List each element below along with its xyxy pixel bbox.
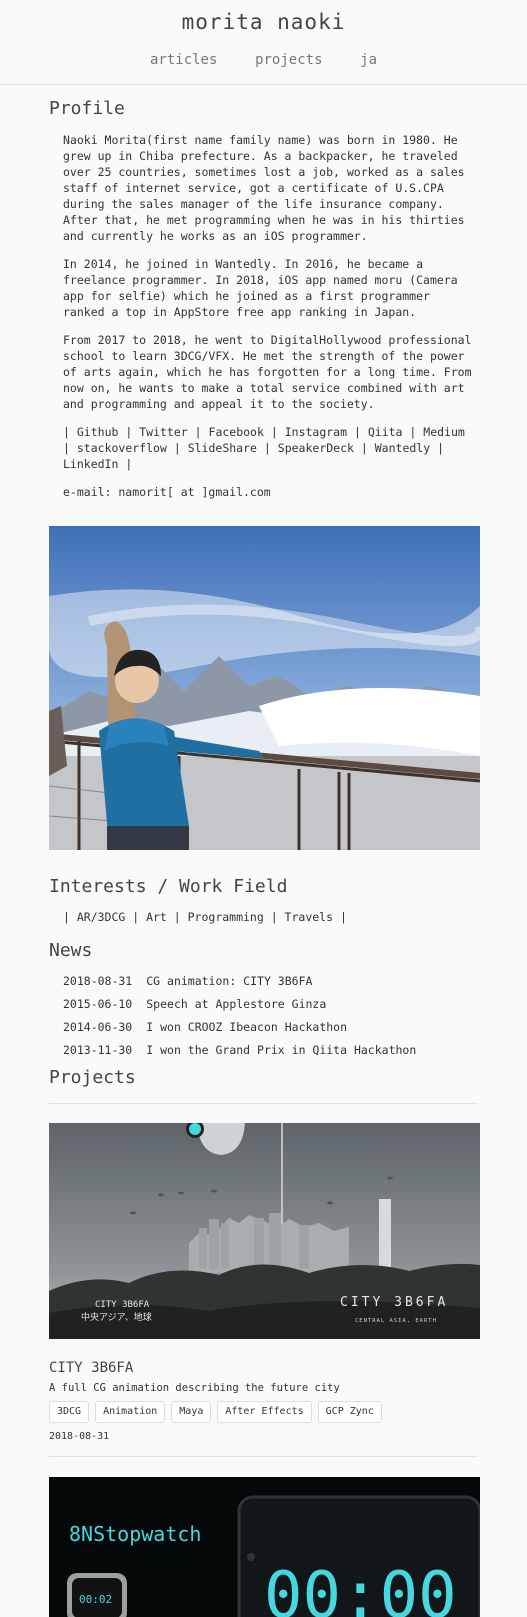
wantedly-link[interactable]: Wantedly xyxy=(375,441,430,455)
site-title-link[interactable]: morita naoki xyxy=(0,0,527,35)
social-links: | Github | Twitter | Facebook | Instagra… xyxy=(63,424,478,472)
nav-language-ja[interactable]: ja xyxy=(360,52,377,68)
news-list: 2018-08-31 CG animation: CITY 3B6FA 2015-… xyxy=(63,973,478,1058)
link-separator: | xyxy=(125,425,133,439)
profile-photo xyxy=(49,526,480,850)
speakerdeck-link[interactable]: SpeakerDeck xyxy=(278,441,354,455)
link-separator: | xyxy=(270,425,278,439)
link-separator: | xyxy=(125,457,133,471)
tag[interactable]: GCP Zync xyxy=(317,1401,382,1423)
nav-articles[interactable]: articles xyxy=(150,52,217,68)
facebook-link[interactable]: Facebook xyxy=(209,425,264,439)
profile-paragraph: In 2014, he joined in Wantedly. In 2016,… xyxy=(63,257,458,319)
tag[interactable]: After Effects xyxy=(217,1401,312,1423)
site-header: morita naoki articles projects ja xyxy=(0,0,527,85)
news-heading: News xyxy=(49,940,93,961)
news-text: I won CROOZ Ibeacon Hackathon xyxy=(146,1020,348,1034)
link-separator: | xyxy=(194,425,202,439)
news-date: 2015-06-10 xyxy=(63,997,133,1011)
thumb-logo-title: CITY 3B6FA xyxy=(340,1295,448,1310)
link-separator: | xyxy=(360,441,368,455)
thumb-timer: 00:00 xyxy=(264,1559,457,1617)
stackoverflow-link[interactable]: stackoverflow xyxy=(77,441,167,455)
divider xyxy=(49,1103,478,1104)
profile-heading: Profile xyxy=(49,98,125,119)
profile-paragraph: From 2017 to 2018, he went to DigitalHol… xyxy=(63,333,472,411)
news-item[interactable]: 2018-08-31 CG animation: CITY 3B6FA xyxy=(63,973,478,989)
news-item[interactable]: 2015-06-10 Speech at Applestore Ginza xyxy=(63,996,478,1012)
project-description: A full CG animation describing the futur… xyxy=(49,1382,340,1394)
interests-heading: Interests / Work Field xyxy=(49,876,288,897)
news-date: 2018-08-31 xyxy=(63,974,133,988)
news-text: Speech at Applestore Ginza xyxy=(146,997,327,1011)
link-separator: | xyxy=(263,441,271,455)
main-nav: articles projects ja xyxy=(0,49,527,68)
tag[interactable]: Maya xyxy=(171,1401,212,1423)
project-title[interactable]: CITY 3B6FA xyxy=(49,1359,478,1377)
thumb-caption-location: 中央アジア、地球 xyxy=(81,1311,152,1323)
project-card[interactable]: CITY 3B6FA 中央アジア、地球 CITY 3B6FA CENTRAL A… xyxy=(49,1123,480,1442)
project-date: 2018-08-31 xyxy=(49,1431,110,1442)
news-item[interactable]: 2013-11-30 I won the Grand Prix in Qiita … xyxy=(63,1042,478,1058)
projects-heading: Projects xyxy=(49,1067,136,1088)
interests-list: | AR/3DCG | Art | Programming | Travels … xyxy=(63,910,347,924)
tag[interactable]: 3DCG xyxy=(49,1401,90,1423)
twitter-link[interactable]: Twitter xyxy=(139,425,187,439)
link-separator: | xyxy=(63,441,70,455)
project-tags: 3DCG Animation Maya After Effects GCP Zy… xyxy=(49,1401,478,1423)
project-thumbnail[interactable]: CITY 3B6FA 中央アジア、地球 CITY 3B6FA CENTRAL A… xyxy=(49,1123,480,1339)
main-content: Profile Naoki Morita(first name family n… xyxy=(0,98,527,1617)
thumb-logo-subtitle: CENTRAL ASIA, EARTH xyxy=(355,1318,437,1324)
thumb-caption-title: CITY 3B6FA xyxy=(95,1300,150,1310)
news-date: 2014-06-30 xyxy=(63,1020,133,1034)
news-date: 2013-11-30 xyxy=(63,1043,133,1057)
linkedin-link[interactable]: LinkedIn xyxy=(63,457,118,471)
instagram-link[interactable]: Instagram xyxy=(285,425,347,439)
news-item[interactable]: 2014-06-30 I won CROOZ Ibeacon Hackathon xyxy=(63,1019,478,1035)
divider xyxy=(49,1456,478,1457)
link-separator: | xyxy=(173,441,181,455)
qiita-link[interactable]: Qiita xyxy=(368,425,403,439)
link-separator: | xyxy=(353,425,361,439)
slideshare-link[interactable]: SlideShare xyxy=(188,441,257,455)
profile-paragraph: Naoki Morita(first name family name) was… xyxy=(63,133,465,243)
project-thumbnail[interactable]: 8NStopwatch 00:00 00:02 xyxy=(49,1477,480,1617)
github-link[interactable]: Github xyxy=(77,425,119,439)
link-separator: | xyxy=(409,425,417,439)
link-separator: | xyxy=(437,441,445,455)
thumb-app-title: 8NStopwatch xyxy=(69,1522,201,1546)
tag[interactable]: Animation xyxy=(95,1401,166,1423)
news-text: I won the Grand Prix in Qiita Hackathon xyxy=(146,1043,417,1057)
thumb-watch-timer: 00:02 xyxy=(79,1593,112,1606)
nav-projects[interactable]: projects xyxy=(255,52,322,68)
medium-link[interactable]: Medium xyxy=(423,425,465,439)
news-text: CG animation: CITY 3B6FA xyxy=(146,974,313,988)
link-separator: | xyxy=(63,425,70,439)
email-text: e-mail: namorit[ at ]gmail.com xyxy=(63,485,271,499)
